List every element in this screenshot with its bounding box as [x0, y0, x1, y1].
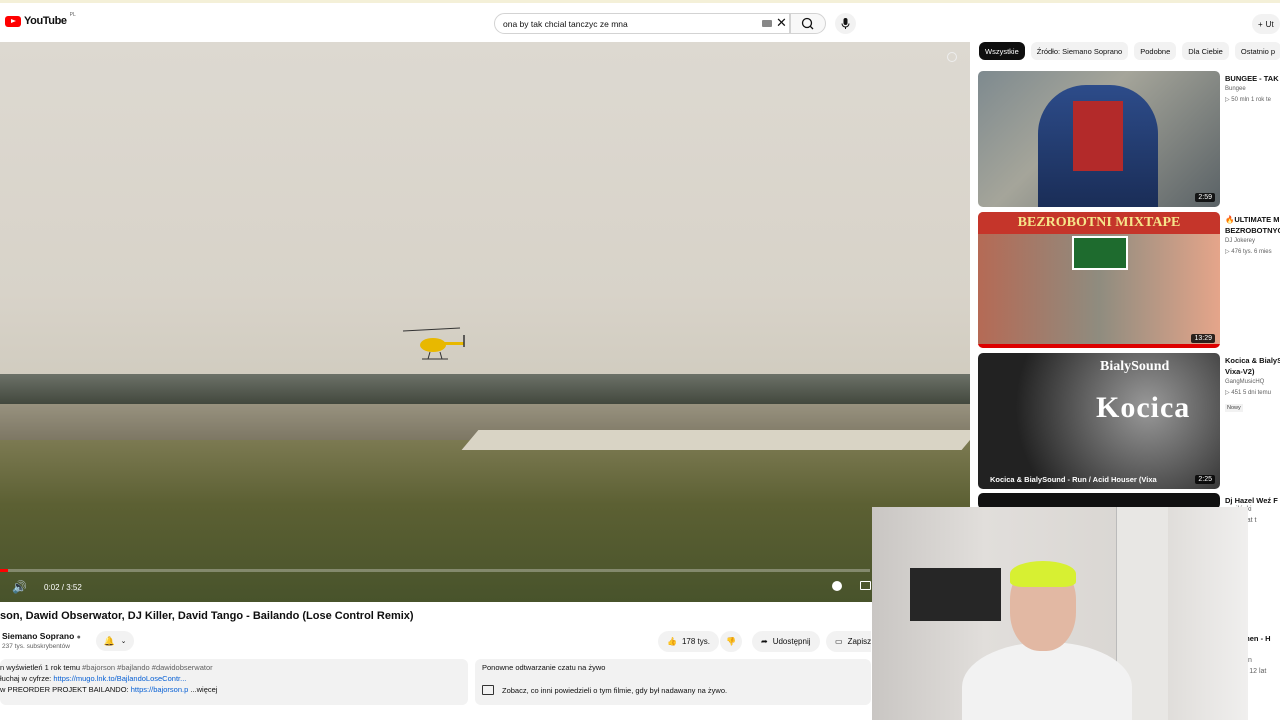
info-icon[interactable]	[947, 52, 957, 62]
thumbnail-title: Kocica	[1096, 391, 1191, 424]
progress-bar[interactable]	[0, 569, 870, 572]
recommendation-title-line-2[interactable]: BEZROBOTNYC	[1225, 225, 1280, 236]
save-button[interactable]: ▭ Zapisz	[826, 631, 871, 652]
thumbnail-sign	[1072, 236, 1128, 270]
chat-replay-title: Ponowne odtwarzanie czatu na żywo	[482, 663, 606, 672]
share-button[interactable]: ➦ Udostępnij	[752, 631, 820, 652]
keyboard-icon[interactable]	[762, 20, 772, 27]
recommendation-item[interactable]: BialySound Kocica Kocica & BialySound - …	[978, 353, 1280, 489]
video-duration: 2:25	[1195, 475, 1215, 484]
recommendation-stats: ▷ 50 mln 1 rok te	[1225, 97, 1271, 103]
video-duration: 2:59	[1195, 193, 1215, 202]
thumbnail-shirt	[1073, 101, 1123, 171]
video-frame-strip	[461, 430, 970, 450]
chat-icon	[482, 685, 494, 695]
recommendation-title[interactable]: Dj Hazel Weź F	[1225, 495, 1280, 506]
time-display: 0:02 / 3:52	[44, 583, 82, 592]
recommendation-channel[interactable]: Bungee	[1225, 86, 1280, 92]
new-badge: Nowy	[1225, 404, 1243, 412]
thumbnail-brand: BialySound	[1100, 359, 1170, 374]
recommendation-stats: ▷ 451 5 dni temu	[1225, 390, 1271, 396]
search-button[interactable]	[790, 13, 826, 34]
top-bar: YouTube PL ona by tak chcial tanczyc ze …	[0, 0, 1280, 42]
recommendation-channel[interactable]: DJ Jokerey	[1225, 238, 1280, 244]
logo-text: YouTube	[24, 15, 67, 27]
description-link-1[interactable]: https://mugo.lnk.to/BajlandoLoseContr...	[53, 674, 186, 683]
chevron-down-icon: ⌄	[120, 638, 127, 645]
recommendation-title[interactable]: 🔥ULTIMATE M	[1225, 214, 1280, 225]
video-frame-sky	[0, 42, 970, 402]
video-title: son, Dawid Obserwator, DJ Killer, David …	[0, 610, 414, 622]
video-frame-treeline	[0, 374, 970, 408]
search-icon	[801, 17, 814, 30]
video-duration: 13:29	[1191, 334, 1215, 343]
chip-all[interactable]: Wszystkie	[979, 42, 1025, 60]
show-more-link[interactable]: ...więcej	[190, 685, 217, 694]
create-button[interactable]: + Ut	[1252, 14, 1280, 34]
helicopter-image	[402, 327, 465, 360]
video-thumbnail[interactable]: BEZROBOTNI MIXTAPE 13:29	[978, 212, 1220, 348]
volume-icon[interactable]: 🔊	[12, 580, 27, 594]
like-button[interactable]: 👍 178 tys.	[658, 631, 719, 652]
video-player[interactable]: 🔊 0:02 / 3:52	[0, 42, 970, 602]
subtitles-icon[interactable]	[860, 581, 871, 590]
bell-icon: 🔔	[103, 635, 115, 646]
video-thumbnail[interactable]: BialySound Kocica Kocica & BialySound - …	[978, 353, 1220, 489]
description-link-2[interactable]: https://bajorson.p	[131, 685, 189, 694]
share-label: Udostępnij	[772, 637, 811, 646]
logo-region: PL	[69, 12, 76, 18]
chip-related[interactable]: Podobne	[1134, 42, 1177, 60]
search-input[interactable]: ona by tak chcial tanczyc ze mna	[494, 13, 790, 34]
recommendation-title[interactable]: Kocica & BialyS	[1225, 355, 1280, 366]
mic-icon	[841, 18, 850, 29]
share-icon: ➦	[761, 637, 768, 646]
plus-icon: +	[1258, 19, 1263, 29]
chat-replay-subtitle: Zobacz, co inni powiedzieli o tym filmie…	[502, 685, 728, 695]
chip-recent[interactable]: Ostatnio p	[1234, 42, 1280, 60]
person-shirt	[962, 642, 1132, 720]
youtube-play-icon	[5, 15, 21, 27]
youtube-logo[interactable]: YouTube PL	[5, 12, 76, 27]
webcam-overlay	[872, 507, 1248, 720]
description-line-1: n wyświetleń 1 rok temu #bajorson #bajla…	[0, 663, 213, 672]
recommendation-item[interactable]: BEZROBOTNI MIXTAPE 13:29 🔥ULTIMATE M BEZ…	[978, 212, 1280, 348]
video-frame-field	[0, 440, 970, 602]
like-count: 178 tys.	[681, 637, 710, 646]
description-line-2: łuchaj w cyfrze: https://mugo.lnk.to/Baj…	[0, 674, 187, 683]
background-tv	[910, 568, 1001, 621]
recommendation-item[interactable]: 2:59 BUNGEE - TAK T Bungee ▷ 50 mln 1 ro…	[978, 71, 1280, 207]
watched-progress	[978, 344, 1220, 348]
save-label: Zapisz	[847, 637, 871, 646]
video-thumbnail[interactable]: 2:59	[978, 71, 1220, 207]
create-label: Ut	[1265, 19, 1274, 29]
notifications-button[interactable]: 🔔 ⌄	[96, 631, 134, 651]
recommendation-title-line-2[interactable]: Vixa-V2)	[1225, 366, 1280, 377]
description-line-3: w PREORDER PROJEKT BAILANDO: https://baj…	[0, 685, 218, 694]
thumbnail-banner: BEZROBOTNI MIXTAPE	[978, 212, 1220, 234]
chip-for-you[interactable]: Dla Ciebie	[1182, 42, 1229, 60]
autoplay-toggle-icon[interactable]	[832, 581, 842, 591]
progress-bar-fill	[0, 569, 8, 572]
thumbnail-caption: Kocica & BialySound - Run / Acid Houser …	[990, 475, 1157, 484]
dislike-button[interactable]: 👎	[720, 631, 742, 652]
clear-search-icon[interactable]: ✕	[776, 15, 787, 31]
save-icon: ▭	[835, 637, 843, 646]
recommendation-filter-chips: Wszystkie Źródło: Siemano Soprano Podobn…	[979, 42, 1280, 62]
verified-icon: ●	[76, 634, 81, 641]
thumbs-up-icon: 👍	[667, 637, 677, 646]
subscriber-count: 237 tys. subskrybentów	[2, 643, 70, 650]
channel-name[interactable]: Siemano Soprano ●	[2, 631, 81, 641]
description-box[interactable]: n wyświetleń 1 rok temu #bajorson #bajla…	[0, 659, 468, 705]
chat-replay-box[interactable]: Ponowne odtwarzanie czatu na żywo Zobacz…	[475, 659, 871, 705]
voice-search-button[interactable]	[835, 13, 856, 34]
person-hair	[1010, 561, 1076, 587]
recommendation-title[interactable]: BUNGEE - TAK T	[1225, 73, 1280, 84]
recommendation-channel[interactable]: GangMusicHQ	[1225, 379, 1280, 385]
chip-source[interactable]: Źródło: Siemano Soprano	[1030, 42, 1129, 60]
thumbs-down-icon: 👎	[726, 637, 736, 646]
recommendation-stats: ▷ 476 tys. 6 mies	[1225, 249, 1272, 255]
